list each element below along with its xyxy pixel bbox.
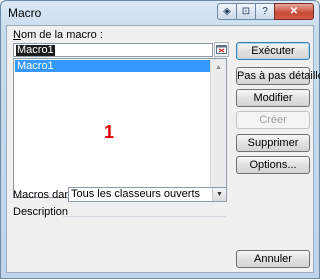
macros-in-value: Tous les classeurs ouverts xyxy=(71,188,200,200)
annotation-number: 1 xyxy=(104,122,115,142)
restore-icon[interactable]: ⊡ xyxy=(236,2,256,20)
title-controls: ◈ ⊡ ? ✕ xyxy=(217,2,314,20)
run-button[interactable]: Exécuter xyxy=(236,42,310,60)
macro-name-label-hotkey: N xyxy=(13,29,21,41)
close-icon[interactable]: ✕ xyxy=(274,2,314,20)
chevron-down-icon[interactable]: ▼ xyxy=(212,188,226,201)
step-into-button[interactable]: Pas à pas détaillé xyxy=(236,67,320,85)
description-divider xyxy=(63,216,226,217)
macro-name-input[interactable]: Macro1 xyxy=(13,43,213,57)
help-context-icon[interactable]: ◈ xyxy=(217,2,237,20)
macro-name-label-text: om de la macro : xyxy=(20,29,103,41)
delete-button[interactable]: Supprimer xyxy=(236,134,310,152)
range-select-icon xyxy=(216,45,227,54)
options-button[interactable]: Options... xyxy=(236,156,310,174)
edit-button[interactable]: Modifier xyxy=(236,89,310,107)
collapse-dialog-button[interactable] xyxy=(214,42,229,57)
macro-list-item[interactable]: Macro1 xyxy=(15,60,210,72)
create-button[interactable]: Créer xyxy=(236,111,310,129)
cancel-button[interactable]: Annuler xyxy=(236,250,310,268)
macro-name-value: Macro1 xyxy=(16,43,55,56)
title-bar[interactable]: Macro ◈ ⊡ ? ✕ xyxy=(1,1,319,25)
dialog-body: Nom de la macro : Macro1 Macro1 ▲ ▼ 1 Ex… xyxy=(6,25,320,273)
window-title: Macro xyxy=(8,6,42,20)
macro-list[interactable]: Macro1 ▲ ▼ 1 xyxy=(13,58,227,198)
scroll-up-icon[interactable]: ▲ xyxy=(212,60,225,74)
macro-list-scrollbar[interactable]: ▲ ▼ xyxy=(210,59,226,197)
macros-in-select[interactable]: Tous les classeurs ouverts ▼ xyxy=(68,187,227,202)
macro-name-label: Nom de la macro : xyxy=(13,29,103,41)
description-label: Description xyxy=(13,206,69,218)
help-icon[interactable]: ? xyxy=(255,2,275,20)
macro-dialog: Macro ◈ ⊡ ? ✕ Nom de la macro : Macro1 M… xyxy=(0,0,320,279)
